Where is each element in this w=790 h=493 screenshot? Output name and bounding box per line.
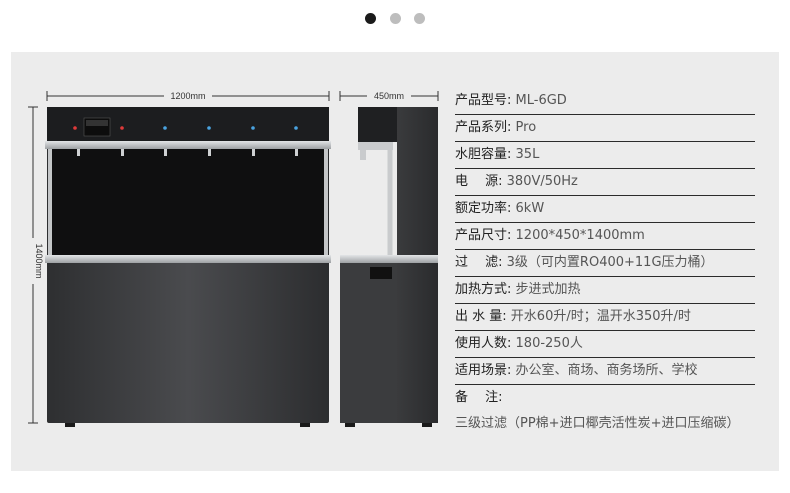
height-dimension: 1400mm — [27, 106, 44, 424]
spec-row-remarks: 备 注: — [455, 390, 503, 405]
spec-row-size: 产品尺寸: 1200*450*1400mm — [455, 223, 755, 250]
spec-row-power-supply: 电 源: 380V/50Hz — [455, 169, 755, 196]
height-label: 1400mm — [34, 243, 44, 278]
side-view — [340, 107, 438, 427]
side-handle — [370, 267, 392, 279]
indicator-red-1 — [73, 126, 77, 130]
depth-label: 450mm — [374, 91, 404, 101]
spec-row-model: 产品型号: ML-6GD — [455, 88, 755, 115]
spec-row-capacity: 水胆容量: 35L — [455, 142, 755, 169]
spec-row-users: 使用人数: 180-250人 — [455, 331, 755, 358]
spec-table: 产品型号: ML-6GD 产品系列: Pro 水胆容量: 35L 电 源: 38… — [455, 88, 755, 437]
depth-dimension: 450mm — [339, 90, 439, 102]
drip-tray-rail — [45, 255, 331, 263]
front-window — [52, 149, 324, 255]
width-label: 1200mm — [170, 91, 205, 101]
indicator-red-2 — [120, 126, 124, 130]
spec-row-filter: 过 滤: 3级（可内置RO400+11G压力桶） — [455, 250, 755, 277]
spec-row-series: 产品系列: Pro — [455, 115, 755, 142]
front-view — [45, 107, 331, 427]
remarks-text: 三级过滤（PP棉+进口椰壳活性炭+进口压缩碳） — [455, 416, 740, 431]
indicator-blue-4 — [294, 126, 298, 130]
indicator-blue-1 — [163, 126, 167, 130]
width-dimension: 1200mm — [46, 90, 330, 102]
spec-row-scenarios: 适用场景: 办公室、商场、商务场所、学校 — [455, 358, 755, 385]
top-steel-rail — [45, 141, 331, 149]
spec-row-output: 出 水 量: 开水60升/时；温开水350升/时 — [455, 304, 755, 331]
indicator-blue-3 — [251, 126, 255, 130]
spec-row-heating: 加热方式: 步进式加热 — [455, 277, 755, 304]
indicator-blue-2 — [207, 126, 211, 130]
spec-row-rated-power: 额定功率: 6kW — [455, 196, 755, 223]
